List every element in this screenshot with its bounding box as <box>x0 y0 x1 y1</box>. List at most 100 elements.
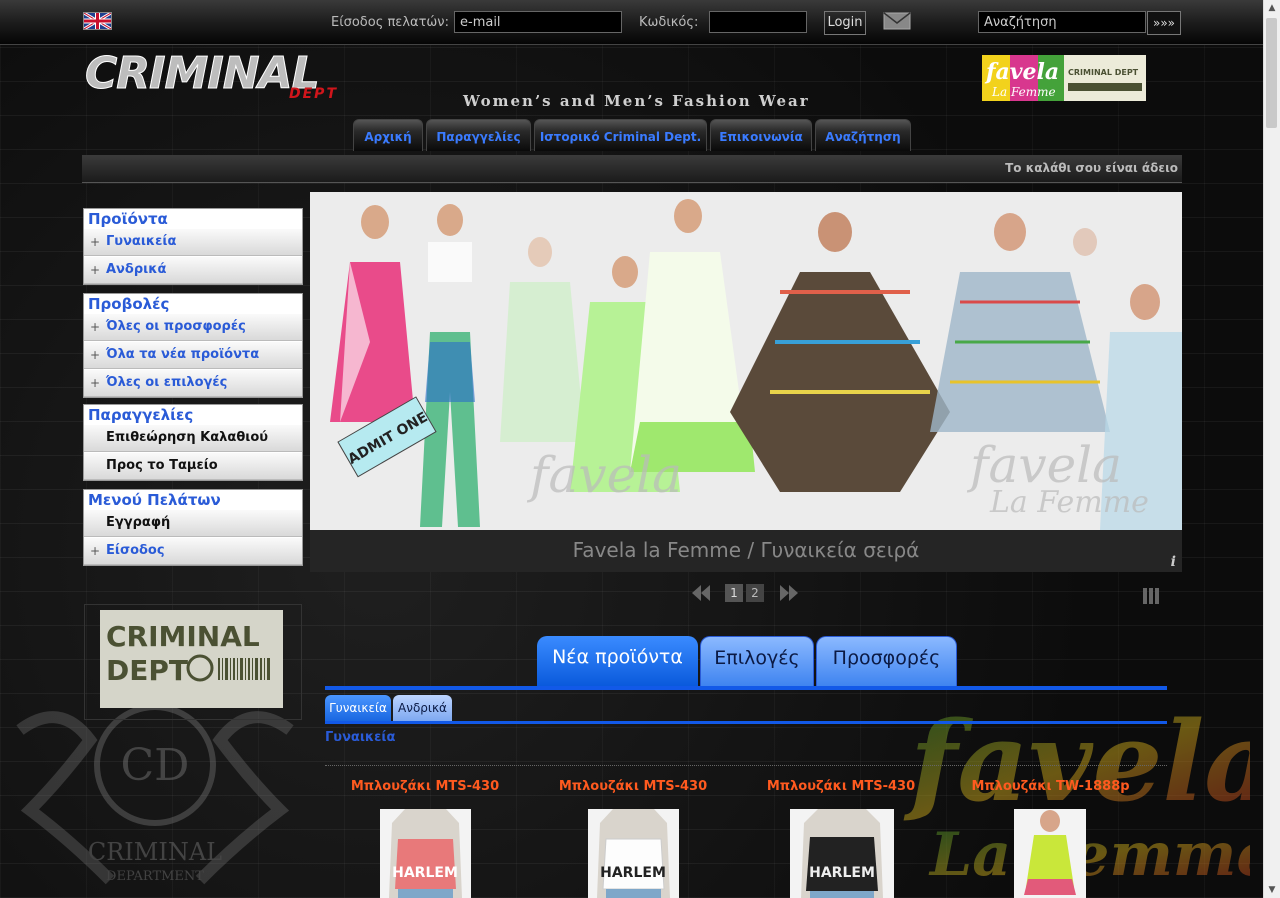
sidebar-item-label: Εγγραφή <box>106 515 171 530</box>
scroll-down-arrow-icon[interactable]: ▼ <box>1264 882 1280 898</box>
email-input[interactable] <box>454 11 622 33</box>
scroll-thumb[interactable] <box>1266 18 1277 128</box>
tabs-underline <box>325 686 1167 690</box>
banner-criminal-text: CRIMINAL DEPT <box>1068 68 1139 77</box>
top-bar: Είσοδος πελατών: Κωδικός: Login »»» <box>0 0 1264 45</box>
password-input[interactable] <box>709 11 807 33</box>
sidebar-item-all-new[interactable]: + Όλα τα νέα προϊόντα <box>84 341 302 369</box>
favela-watermark-text: favela <box>903 697 1250 826</box>
logo-text: CRIMINAL <box>85 48 319 99</box>
slider-watermark-lafemme: La Femme <box>989 485 1149 520</box>
slider-caption: Favela la Femme / Γυναικεία σειρά <box>572 538 920 562</box>
sidebar-products-title: Προϊόντα <box>88 210 168 228</box>
search-button[interactable]: »»» <box>1147 11 1181 35</box>
tagline: Women’s and Men’s Fashion Wear <box>463 92 810 110</box>
password-label: Κωδικός: <box>639 15 699 30</box>
sidebar-item-label: Προς το Ταμείο <box>106 458 218 473</box>
section-title[interactable]: Γυναικεία <box>325 730 395 745</box>
sidebar-customers-box: Μενού Πελάτων Εγγραφή + Είσοδος <box>83 489 303 566</box>
plus-icon: + <box>90 320 101 334</box>
slider-photo: ADMIT ONE favela favela La Femme <box>310 192 1182 530</box>
sidebar-item-all-offers[interactable]: + Όλες οι προσφορές <box>84 313 302 341</box>
sidebar-item-login[interactable]: + Είσοδος <box>84 537 302 565</box>
criminal-dept-logo[interactable]: CRIMINAL DEPT <box>83 46 345 103</box>
cart-bar: Το καλάθι σου είναι άδειο <box>82 155 1182 183</box>
sidebar-item-checkout[interactable]: Προς το Ταμείο <box>84 452 302 480</box>
criminal-dept-brand-logo[interactable]: CRIMINAL DEPT <box>100 610 283 708</box>
svg-text:CD: CD <box>121 740 190 791</box>
banner-lafemme-text: La Femme <box>991 85 1056 99</box>
brand-logo-subtext: DEPT <box>106 654 188 687</box>
crest-text: CRIMINAL <box>88 838 222 866</box>
plus-icon: + <box>90 376 101 390</box>
favela-la-femme-banner[interactable]: favela La Femme CRIMINAL DEPT <box>982 55 1146 101</box>
slider-watermark-favela: favela <box>526 446 682 504</box>
sidebar-orders-title: Παραγγελίες <box>88 406 194 424</box>
product-title-3[interactable]: Μπλουζάκι MTS-430 <box>756 779 926 794</box>
sidebar-item-label: Ανδρικά <box>106 262 167 277</box>
sidebar-views-box: Προβολές + Όλες οι προσφορές + Όλα τα νέ… <box>83 293 303 398</box>
plus-icon: + <box>90 235 101 249</box>
logo-subtext: DEPT <box>289 86 338 102</box>
pause-icon[interactable] <box>1142 587 1160 605</box>
sidebar-orders-box: Παραγγελίες Επιθεώρηση Καλαθιού Προς το … <box>83 404 303 481</box>
product-image-2[interactable]: HARLEM <box>588 809 679 898</box>
sidebar-item-register[interactable]: Εγγραφή <box>84 509 302 537</box>
tab-new-products[interactable]: Νέα προϊόντα <box>537 636 698 686</box>
nav-tab-home[interactable]: Αρχική <box>353 119 423 151</box>
slider-caption-bar: Favela la Femme / Γυναικεία σειρά i <box>310 530 1182 572</box>
brand-logo-text: CRIMINAL <box>106 620 260 653</box>
sidebar-item-all-picks[interactable]: + Όλες οι επιλογές <box>84 369 302 397</box>
page-scrollbar[interactable]: ▲ ▼ <box>1263 0 1280 898</box>
plus-icon: + <box>90 348 101 362</box>
uk-flag-icon[interactable] <box>83 12 112 30</box>
product-print-2: HARLEM <box>600 865 666 881</box>
next-arrow-icon[interactable] <box>778 582 800 604</box>
sidebar-customers-title: Μενού Πελάτων <box>88 491 221 509</box>
sidebar-products-box: Προϊόντα + Γυναικεία + Ανδρικά <box>83 208 303 285</box>
login-button[interactable]: Login <box>824 11 866 35</box>
la-femme-watermark-text: La Femme <box>928 820 1250 890</box>
hero-slider[interactable]: ADMIT ONE favela favela La Femme Favela … <box>310 192 1182 572</box>
sidebar-item-label: Όλες οι επιλογές <box>106 375 228 390</box>
sidebar-item-women[interactable]: + Γυναικεία <box>84 228 302 256</box>
search-input[interactable] <box>978 11 1146 33</box>
sidebar-item-label: Όλα τα νέα προϊόντα <box>106 347 260 362</box>
plus-icon: + <box>90 544 101 558</box>
pager-page-2[interactable]: 2 <box>746 584 764 602</box>
customer-login-label: Είσοδος πελατών: <box>331 15 449 30</box>
sidebar-item-label: Είσοδος <box>106 543 165 558</box>
tab-picks[interactable]: Επιλογές <box>700 636 814 686</box>
subtab-women[interactable]: Γυναικεία <box>325 695 391 722</box>
product-image-3[interactable]: HARLEM <box>790 809 894 898</box>
pager-page-1[interactable]: 1 <box>725 584 743 602</box>
scroll-up-arrow-icon[interactable]: ▲ <box>1264 0 1280 16</box>
info-icon[interactable]: i <box>1171 554 1176 570</box>
product-image-1[interactable]: HARLEM <box>380 809 471 898</box>
plus-icon: + <box>90 263 101 277</box>
cart-status[interactable]: Το καλάθι σου είναι άδειο <box>1005 161 1178 175</box>
product-title-2[interactable]: Μπλουζάκι MTS-430 <box>548 779 718 794</box>
prev-arrow-icon[interactable] <box>690 582 712 604</box>
nav-tab-contact[interactable]: Επικοινωνία <box>710 119 812 151</box>
sidebar-item-men[interactable]: + Ανδρικά <box>84 256 302 284</box>
sidebar-item-view-cart[interactable]: Επιθεώρηση Καλαθιού <box>84 424 302 452</box>
sidebar-views-title: Προβολές <box>88 295 170 313</box>
subtabs-underline <box>325 721 1167 724</box>
divider <box>325 765 1167 766</box>
subtab-men[interactable]: Ανδρικά <box>393 695 452 722</box>
sidebar-item-label: Όλες οι προσφορές <box>106 319 246 334</box>
sidebar-item-label: Επιθεώρηση Καλαθιού <box>106 430 269 445</box>
banner-favela-text: favela <box>984 59 1059 85</box>
product-title-1[interactable]: Μπλουζάκι MTS-430 <box>340 779 510 794</box>
nav-tab-orders[interactable]: Παραγγελίες <box>426 119 531 151</box>
nav-tab-search[interactable]: Αναζήτηση <box>815 119 911 151</box>
mail-icon[interactable] <box>883 12 911 30</box>
tab-offers[interactable]: Προσφορές <box>816 636 957 686</box>
product-image-4[interactable] <box>1014 809 1086 898</box>
product-title-4[interactable]: Μπλουζάκι TW-1888p <box>958 779 1143 794</box>
product-print-3: HARLEM <box>809 865 875 881</box>
nav-tab-history[interactable]: Ιστορικό Criminal Dept. <box>534 119 707 151</box>
criminal-department-crest-watermark: CD CRIMINAL DEPARTMENT <box>16 704 294 885</box>
sidebar-item-label: Γυναικεία <box>106 234 177 249</box>
